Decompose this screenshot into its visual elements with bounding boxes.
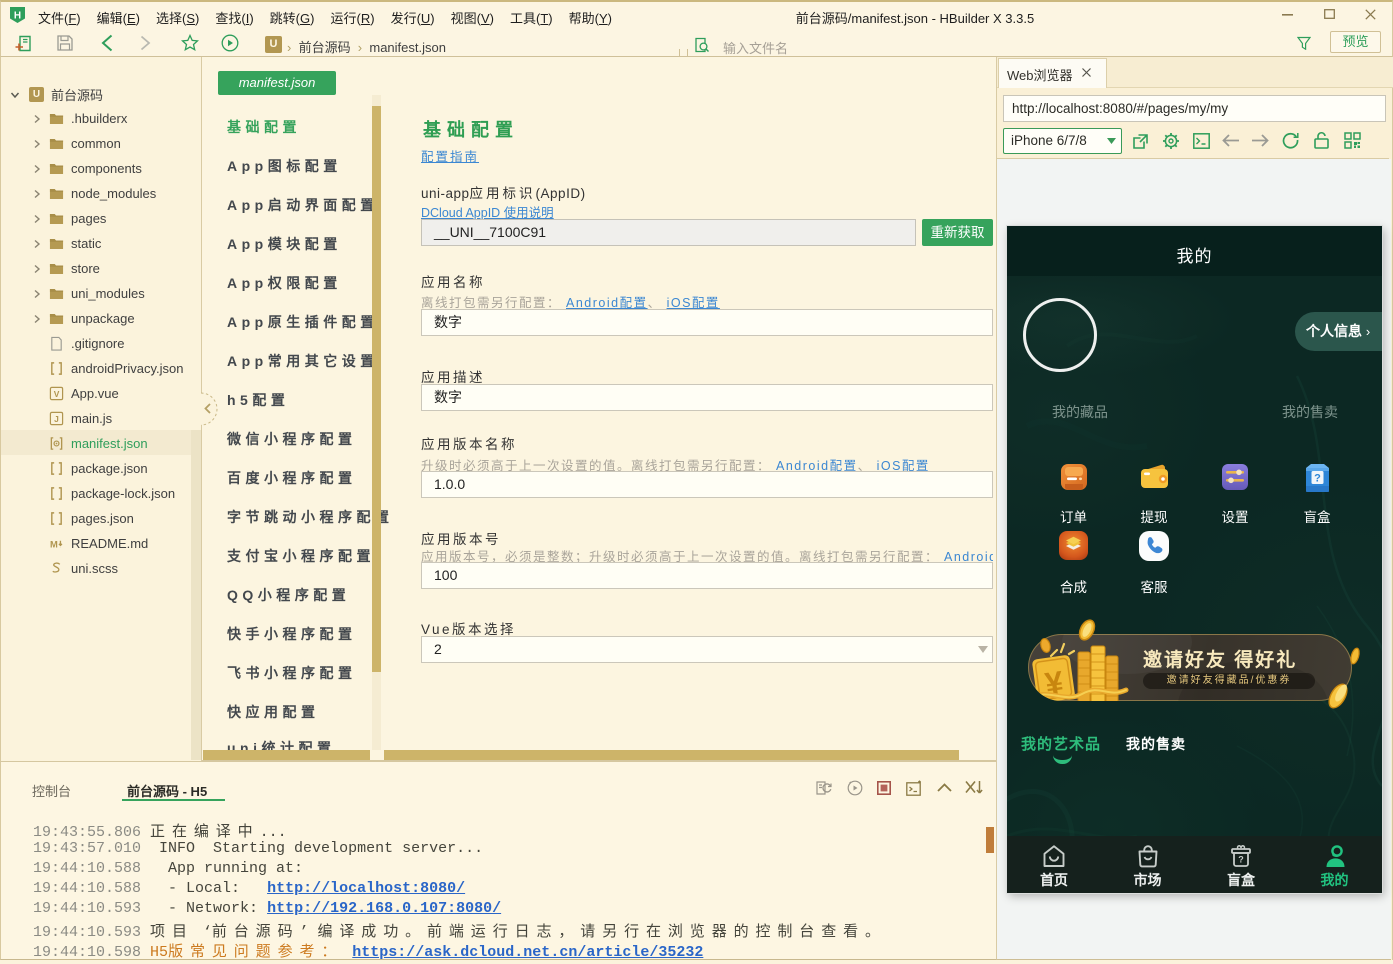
svg-text:?: ?	[1314, 473, 1321, 485]
svg-text:M: M	[50, 539, 58, 549]
svg-text:J: J	[54, 414, 59, 424]
svg-text:V: V	[54, 389, 60, 399]
svg-text:H: H	[14, 11, 21, 22]
svg-text:?: ?	[1238, 855, 1244, 865]
